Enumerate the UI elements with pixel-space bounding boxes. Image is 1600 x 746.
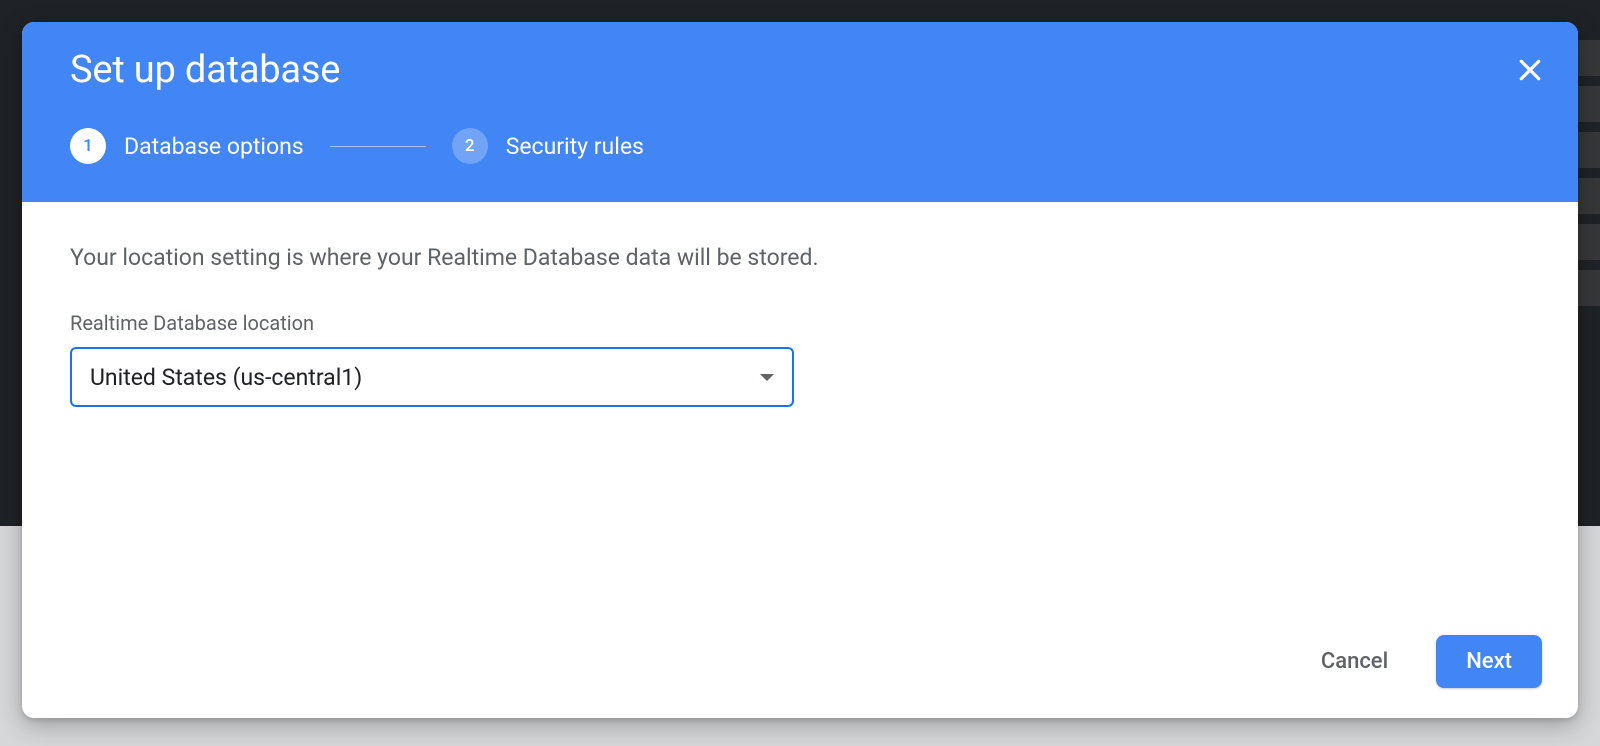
step-label: Database options [124,133,304,160]
dialog-title: Set up database [70,48,1530,92]
dialog-header: Set up database 1 Database options 2 Sec… [22,22,1578,202]
close-button[interactable] [1510,50,1550,90]
step-number-badge: 1 [70,128,106,164]
location-field-label: Realtime Database location [70,311,1530,335]
cancel-button[interactable]: Cancel [1301,637,1408,686]
step-number-badge: 2 [452,128,488,164]
intro-text: Your location setting is where your Real… [70,244,1530,271]
next-button[interactable]: Next [1436,635,1542,688]
location-select-value: United States (us-central1) [90,364,362,391]
dialog-body: Your location setting is where your Real… [22,202,1578,613]
step-connector [330,146,426,147]
stepper: 1 Database options 2 Security rules [70,128,1530,164]
close-icon [1515,55,1545,85]
step-security-rules[interactable]: 2 Security rules [452,128,644,164]
dialog-footer: Cancel Next [22,613,1578,718]
step-database-options[interactable]: 1 Database options [70,128,304,164]
dropdown-caret-icon [760,374,774,381]
step-label: Security rules [506,133,644,160]
setup-database-dialog: Set up database 1 Database options 2 Sec… [22,22,1578,718]
location-select[interactable]: United States (us-central1) [70,347,794,407]
